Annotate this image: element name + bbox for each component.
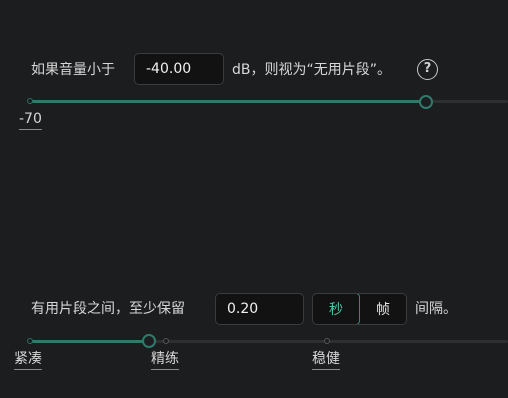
unit-frames-label: 帧: [376, 302, 390, 318]
keep-slider-label-compact[interactable]: 紧凑: [14, 350, 42, 370]
keep-slider-dot-compact[interactable]: [27, 338, 33, 344]
silence-slider-thumb[interactable]: [419, 95, 433, 109]
keep-gap-prefix: 有用片段之间，至少保留: [31, 301, 185, 317]
silence-threshold-suffix: dB，则视为“无用片段”。: [232, 62, 391, 78]
keep-slider-dot-robust[interactable]: [324, 338, 330, 344]
silence-slider-track: [428, 100, 508, 103]
unit-seconds-button[interactable]: 秒: [313, 294, 360, 324]
silence-slider-fill: [30, 100, 428, 103]
silence-threshold-value: -40.00: [146, 61, 192, 77]
unit-toggle[interactable]: 秒 帧: [312, 293, 407, 325]
silence-threshold-input[interactable]: -40.00: [134, 53, 224, 85]
help-glyph: ?: [423, 61, 432, 76]
keep-slider-label-refined[interactable]: 精练: [151, 350, 179, 370]
unit-seconds-label: 秒: [329, 302, 343, 318]
silence-slider-min-dot: [27, 98, 33, 104]
silence-slider-min-label: -70: [19, 110, 42, 130]
unit-frames-button[interactable]: 帧: [360, 294, 406, 324]
keep-gap-input[interactable]: 0.20: [215, 293, 304, 325]
keep-gap-suffix: 间隔。: [415, 301, 457, 317]
keep-slider-dot-refined[interactable]: [163, 338, 169, 344]
silence-threshold-prefix: 如果音量小于: [31, 62, 115, 78]
keep-slider-thumb[interactable]: [142, 334, 156, 348]
help-icon[interactable]: ?: [417, 59, 438, 80]
keep-slider-label-robust[interactable]: 稳健: [312, 350, 340, 370]
keep-gap-value: 0.20: [227, 301, 259, 317]
keep-slider-fill: [30, 340, 150, 343]
